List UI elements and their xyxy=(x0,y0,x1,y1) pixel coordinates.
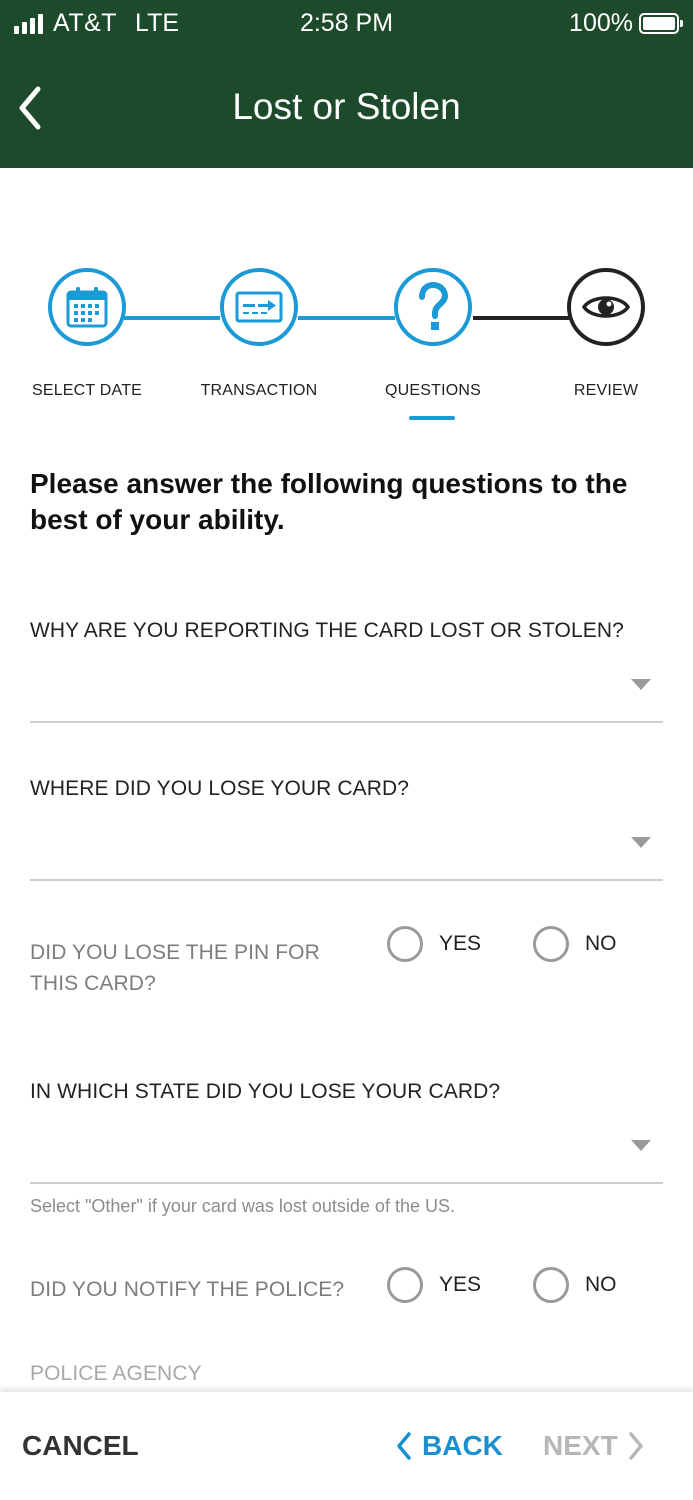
pin-lost-no-radio[interactable]: NO xyxy=(533,926,617,962)
app-header: AT&T LTE 2:58 PM 100% Lost or Stolen xyxy=(0,0,693,168)
dropdown-caret-icon[interactable] xyxy=(631,1140,651,1151)
step-review[interactable]: REVIEW xyxy=(526,268,686,400)
police-notified-label: DID YOU NOTIFY THE POLICE? xyxy=(30,1278,345,1301)
state-label: IN WHICH STATE DID YOU LOSE YOUR CARD? xyxy=(30,1080,501,1103)
pin-lost-label: DID YOU LOSE THE PIN FOR THIS CARD? xyxy=(30,937,320,999)
radio-circle[interactable] xyxy=(387,1267,423,1303)
step-circle xyxy=(48,268,126,346)
page-title: Lost or Stolen xyxy=(232,86,461,127)
progress-stepper: SELECT DATE TRANSACTION QUESTIONS REVIEW xyxy=(0,268,693,428)
radio-label: YES xyxy=(439,1273,482,1296)
dropdown-caret-icon[interactable] xyxy=(631,679,651,690)
reason-select[interactable] xyxy=(30,655,663,721)
location-label: WHERE DID YOU LOSE YOUR CARD? xyxy=(30,777,410,800)
next-button-label: NEXT xyxy=(543,1430,618,1461)
eye-icon xyxy=(582,296,630,318)
back-button-label: BACK xyxy=(422,1430,503,1461)
police-notified-no-radio[interactable]: NO xyxy=(533,1267,617,1303)
step-circle xyxy=(394,268,472,346)
reason-select-underline xyxy=(30,721,663,723)
chevron-left-icon xyxy=(397,1432,411,1460)
radio-label: NO xyxy=(585,932,617,955)
reason-label: WHY ARE YOU REPORTING THE CARD LOST OR S… xyxy=(30,619,624,642)
step-questions[interactable]: QUESTIONS xyxy=(353,268,513,400)
step-label: QUESTIONS xyxy=(384,382,482,399)
calendar-icon xyxy=(66,287,108,328)
step-select-date[interactable]: SELECT DATE xyxy=(7,268,167,400)
pin-lost-label-line1: DID YOU LOSE THE PIN FOR xyxy=(30,941,320,964)
step-circle xyxy=(220,268,298,346)
location-select[interactable] xyxy=(30,812,663,879)
radio-circle[interactable] xyxy=(387,926,423,962)
state-select[interactable] xyxy=(30,1115,663,1182)
question-mark-icon xyxy=(419,282,449,330)
bottom-action-bar: CANCEL BACK NEXT xyxy=(0,1392,693,1500)
form-intro: Please answer the following questions to… xyxy=(30,468,628,535)
card-transfer-icon xyxy=(235,291,283,323)
police-agency-label: POLICE AGENCY xyxy=(30,1362,202,1385)
step-label: TRANSACTION xyxy=(200,382,318,399)
active-step-indicator xyxy=(409,416,455,420)
state-select-underline xyxy=(30,1182,663,1184)
step-circle xyxy=(567,268,645,346)
location-select-underline xyxy=(30,879,663,881)
radio-circle[interactable] xyxy=(533,1267,569,1303)
battery-icon xyxy=(639,13,683,34)
step-label: REVIEW xyxy=(573,382,639,399)
step-transaction[interactable]: TRANSACTION xyxy=(179,268,339,400)
battery-percent: 100% xyxy=(569,9,633,37)
chevron-right-icon xyxy=(628,1432,643,1460)
back-button[interactable]: BACK xyxy=(396,1430,503,1462)
status-right: 100% xyxy=(569,9,683,38)
pin-lost-label-line2: THIS CARD? xyxy=(30,972,156,995)
police-notified-yes-radio[interactable]: YES xyxy=(387,1267,481,1303)
next-button[interactable]: NEXT xyxy=(543,1430,644,1462)
radio-circle[interactable] xyxy=(533,926,569,962)
dropdown-caret-icon[interactable] xyxy=(631,837,651,848)
radio-label: YES xyxy=(439,932,482,955)
pin-lost-yes-radio[interactable]: YES xyxy=(387,926,481,962)
status-bar: AT&T LTE 2:58 PM 100% xyxy=(0,0,693,46)
radio-label: NO xyxy=(585,1273,617,1296)
cancel-button[interactable]: CANCEL xyxy=(22,1430,139,1462)
state-hint: Select "Other" if your card was lost out… xyxy=(30,1196,455,1216)
step-label: SELECT DATE xyxy=(31,382,143,399)
